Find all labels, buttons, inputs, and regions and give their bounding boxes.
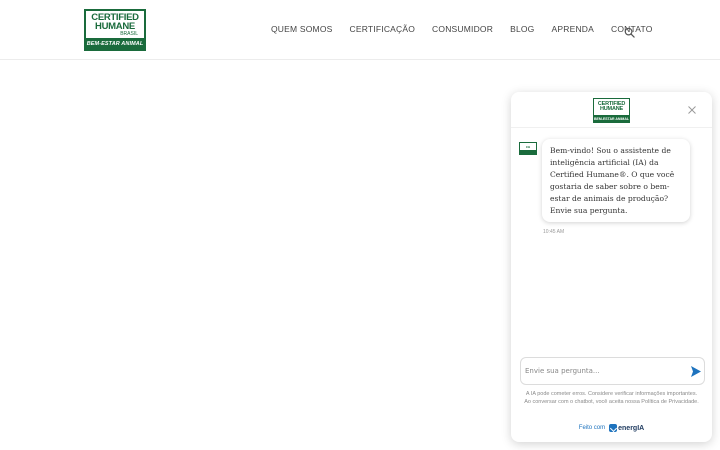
bot-message-text: Bem-vindo! Sou o assistente de inteligên… [550, 146, 675, 215]
bot-message-bubble: Bem-vindo! Sou o assistente de inteligên… [542, 139, 690, 222]
bot-avatar-banner [520, 150, 536, 154]
chat-logo-banner: BEM-ESTAR ANIMAL [594, 115, 629, 122]
chat-logo: CERTIFIED HUMANE BEM-ESTAR ANIMAL [593, 98, 630, 123]
nav-item-consumidor[interactable]: CONSUMIDOR [432, 24, 493, 34]
nav-item-quem-somos[interactable]: QUEM SOMOS [271, 24, 333, 34]
disclaimer-line-privacy: Ao conversar com o chatbot, você aceita … [524, 399, 699, 405]
made-with-prefix: Feito com [578, 425, 606, 431]
chat-logo-line-humane: HUMANE [600, 106, 623, 112]
logo-text-block: CERTIFIED HUMANE BRASIL [86, 11, 144, 38]
bot-avatar: CH [519, 142, 537, 155]
energia-logo-icon [609, 424, 618, 432]
nav-item-blog[interactable]: BLOG [510, 24, 534, 34]
search-icon[interactable] [624, 27, 635, 38]
bot-avatar-top: CH [520, 143, 536, 150]
certified-humane-logo[interactable]: CERTIFIED HUMANE BRASIL BEM-ESTAR ANIMAL [84, 9, 146, 51]
chat-widget: CERTIFIED HUMANE BEM-ESTAR ANIMAL CH Bem… [511, 92, 712, 442]
send-icon[interactable] [690, 365, 702, 378]
chat-logo-text: CERTIFIED HUMANE [594, 99, 629, 115]
nav-item-certificacao[interactable]: CERTIFICAÇÃO [350, 24, 416, 34]
site-header: CERTIFIED HUMANE BRASIL BEM-ESTAR ANIMAL… [0, 0, 720, 60]
logo-line-brasil: BRASIL [120, 30, 138, 37]
energia-brand-link[interactable]: energIA [618, 425, 644, 432]
chat-header: CERTIFIED HUMANE BEM-ESTAR ANIMAL [511, 92, 712, 128]
bot-avatar-text: CH [525, 144, 531, 149]
ai-disclaimer: A IA pode cometer erros. Considere verif… [521, 390, 702, 406]
chat-message-input[interactable] [525, 362, 685, 380]
main-nav: QUEM SOMOS CERTIFICAÇÃO CONSUMIDOR BLOG … [271, 24, 670, 34]
chat-input-container [520, 357, 705, 385]
disclaimer-line-errors: A IA pode cometer erros. Considere verif… [525, 391, 698, 397]
close-icon[interactable] [687, 105, 697, 115]
logo-banner: BEM-ESTAR ANIMAL [86, 38, 144, 49]
made-with-credit: Feito com energIA [511, 424, 712, 432]
message-timestamp: 10:45 AM [543, 229, 565, 235]
nav-item-aprenda[interactable]: APRENDA [552, 24, 595, 34]
